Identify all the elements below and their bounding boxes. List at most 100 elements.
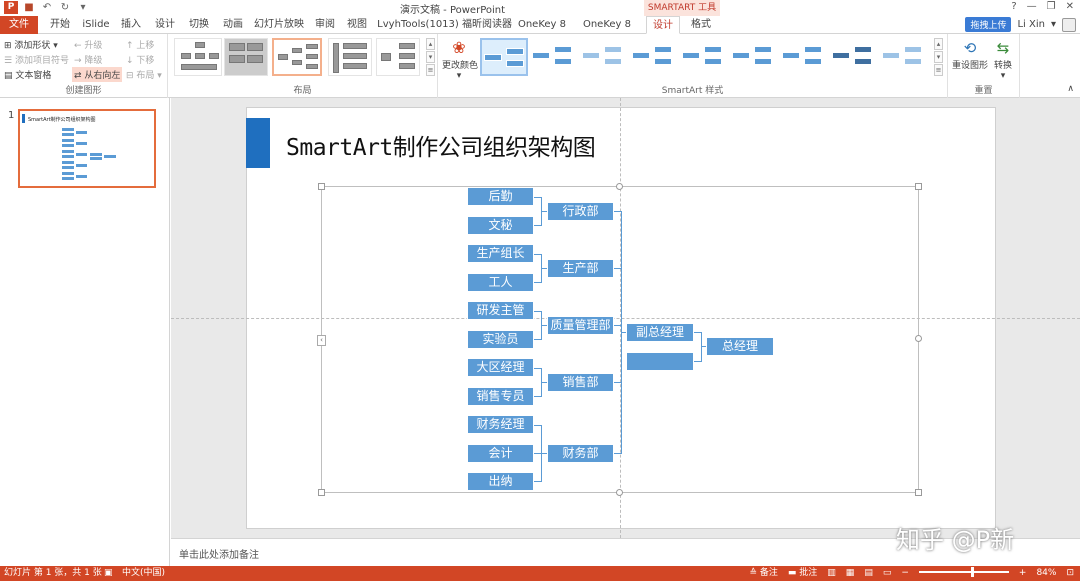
- tab-animations[interactable]: 动画: [218, 16, 248, 34]
- tab-foxit-reader[interactable]: 福昕阅读器: [462, 16, 512, 34]
- zoom-slider-thumb[interactable]: [970, 566, 974, 577]
- language-indicator[interactable]: 中文(中国): [122, 566, 165, 581]
- layout-option-horizontal-hierarchy[interactable]: [272, 38, 322, 76]
- text-pane-button[interactable]: ▤ 文本窗格: [4, 68, 51, 81]
- layout-scroll-up-icon[interactable]: ▴: [426, 38, 435, 50]
- tab-transitions[interactable]: 切换: [184, 16, 214, 34]
- demote-button[interactable]: → 降级: [74, 53, 102, 66]
- quick-access-dropdown-icon[interactable]: ▾: [76, 1, 90, 14]
- change-colors-button[interactable]: ❀ 更改颜色 ▾: [442, 38, 478, 82]
- tab-smartart-design[interactable]: 设计: [646, 16, 680, 34]
- resize-handle-top[interactable]: [616, 183, 623, 190]
- close-icon[interactable]: ✕: [1066, 1, 1074, 12]
- org-node-fu-zongjingli[interactable]: 副总经理: [626, 323, 694, 342]
- resize-handle-br[interactable]: [915, 489, 922, 496]
- tab-view[interactable]: 视图: [342, 16, 372, 34]
- org-node-shiyanyuan[interactable]: 实验员: [467, 330, 534, 349]
- org-node-zhiliang-guanlibu[interactable]: 质量管理部: [547, 316, 614, 335]
- slide-title[interactable]: SmartArt制作公司组织架构图: [286, 128, 596, 162]
- tab-review[interactable]: 审阅: [310, 16, 340, 34]
- org-node-daqu-jingli[interactable]: 大区经理: [467, 358, 534, 377]
- user-dropdown-icon[interactable]: ▾: [1051, 19, 1056, 30]
- org-node-wenmi[interactable]: 文秘: [467, 216, 534, 235]
- zoom-out-icon[interactable]: −: [901, 566, 909, 581]
- collapse-ribbon-icon[interactable]: ∧: [1067, 84, 1074, 94]
- style-option-5[interactable]: [680, 38, 728, 76]
- right-to-left-button[interactable]: ⇄ 从右向左: [72, 67, 123, 82]
- org-node-xiaoshoubu[interactable]: 销售部: [547, 373, 614, 392]
- tab-insert[interactable]: 插入: [116, 16, 146, 34]
- layout-option-5[interactable]: [376, 38, 420, 76]
- zoom-level[interactable]: 84%: [1036, 566, 1056, 581]
- style-option-9[interactable]: [880, 38, 928, 76]
- promote-button[interactable]: ← 升级: [74, 38, 102, 51]
- add-bullet-button[interactable]: ☰ 添加项目符号: [4, 53, 69, 66]
- help-icon[interactable]: ?: [1011, 1, 1016, 12]
- undo-icon[interactable]: ↶: [40, 1, 54, 14]
- tab-lvyhtools[interactable]: LvyhTools(1013): [376, 16, 460, 34]
- notes-toggle-button[interactable]: ≙ 备注: [749, 566, 777, 581]
- avatar[interactable]: [1062, 17, 1076, 32]
- style-option-7[interactable]: [780, 38, 828, 76]
- org-node-yanfa-zhuguan[interactable]: 研发主管: [467, 301, 534, 320]
- org-node-shengchan-zuzhang[interactable]: 生产组长: [467, 244, 534, 263]
- style-more-icon[interactable]: ≡: [934, 64, 943, 76]
- org-node-gongren[interactable]: 工人: [467, 273, 534, 292]
- org-node-houqin[interactable]: 后勤: [467, 187, 534, 206]
- org-node-xingzhengbu[interactable]: 行政部: [547, 202, 614, 221]
- text-pane-toggle-icon[interactable]: ‹: [317, 335, 326, 346]
- style-option-3[interactable]: [580, 38, 628, 76]
- smartart-frame[interactable]: [321, 186, 919, 493]
- slide-thumbnail[interactable]: SmartArt制作公司组织架构图: [18, 109, 156, 188]
- move-down-button[interactable]: ↓ 下移: [126, 53, 154, 66]
- tab-design[interactable]: 设计: [150, 16, 180, 34]
- org-node-chuna[interactable]: 出纳: [467, 472, 534, 491]
- org-node-zongjingli[interactable]: 总经理: [706, 337, 774, 356]
- resize-handle-tl[interactable]: [318, 183, 325, 190]
- tab-slideshow[interactable]: 幻灯片放映: [252, 16, 306, 34]
- add-shape-button[interactable]: ⊞ 添加形状 ▾: [4, 38, 58, 51]
- org-node-blank[interactable]: [626, 352, 694, 371]
- user-name[interactable]: Li Xin: [1017, 19, 1045, 30]
- style-option-4[interactable]: [630, 38, 678, 76]
- save-icon[interactable]: ■: [22, 1, 36, 14]
- tab-smartart-format[interactable]: 格式: [684, 16, 718, 34]
- style-option-8[interactable]: [830, 38, 878, 76]
- fit-slide-icon[interactable]: ⊡: [1066, 566, 1074, 581]
- zoom-slider[interactable]: [918, 566, 1009, 577]
- style-option-2[interactable]: [530, 38, 578, 76]
- layout-option-4[interactable]: [328, 38, 372, 76]
- reset-graphic-button[interactable]: ⟲ 重设图形: [952, 38, 988, 71]
- minimize-icon[interactable]: —: [1027, 1, 1037, 12]
- tab-file[interactable]: 文件: [0, 16, 38, 34]
- cloud-upload-button[interactable]: 拖拽上传: [965, 17, 1012, 32]
- convert-button[interactable]: ⇆ 转换 ▾: [990, 38, 1016, 81]
- zoom-in-icon[interactable]: +: [1019, 566, 1027, 581]
- resize-handle-bl[interactable]: [318, 489, 325, 496]
- org-node-xiaoshou-zhuanyuan[interactable]: 销售专员: [467, 387, 534, 406]
- reading-view-icon[interactable]: ▤: [864, 566, 873, 581]
- style-scroll-up-icon[interactable]: ▴: [934, 38, 943, 50]
- layout-option-2[interactable]: [224, 38, 268, 76]
- org-node-kuaiji[interactable]: 会计: [467, 444, 534, 463]
- org-node-shengchanbu[interactable]: 生产部: [547, 259, 614, 278]
- restore-icon[interactable]: ❐: [1047, 1, 1056, 12]
- tab-onekey8plus[interactable]: OneKey 8 Plus: [572, 16, 642, 48]
- comments-toggle-button[interactable]: ▬ 批注: [788, 566, 817, 581]
- tab-home[interactable]: 开始: [44, 16, 76, 34]
- style-option-1[interactable]: [480, 38, 528, 76]
- org-node-caiwubu[interactable]: 财务部: [547, 444, 614, 463]
- move-up-button[interactable]: ↑ 上移: [126, 38, 154, 51]
- org-node-caiwu-jingli[interactable]: 财务经理: [467, 415, 534, 434]
- spellcheck-icon[interactable]: ▣: [104, 566, 113, 581]
- style-option-6[interactable]: [730, 38, 778, 76]
- layout-cmd-button[interactable]: ⊟ 布局 ▾: [126, 68, 162, 81]
- slide-sorter-icon[interactable]: ▦: [846, 566, 855, 581]
- resize-handle-tr[interactable]: [915, 183, 922, 190]
- normal-view-icon[interactable]: ▥: [827, 566, 836, 581]
- notes-placeholder[interactable]: 单击此处添加备注: [179, 546, 259, 561]
- tab-onekey8[interactable]: OneKey 8: [516, 16, 568, 34]
- layout-option-1[interactable]: [174, 38, 222, 76]
- redo-icon[interactable]: ↻: [58, 1, 72, 14]
- layout-more-icon[interactable]: ≡: [426, 64, 435, 76]
